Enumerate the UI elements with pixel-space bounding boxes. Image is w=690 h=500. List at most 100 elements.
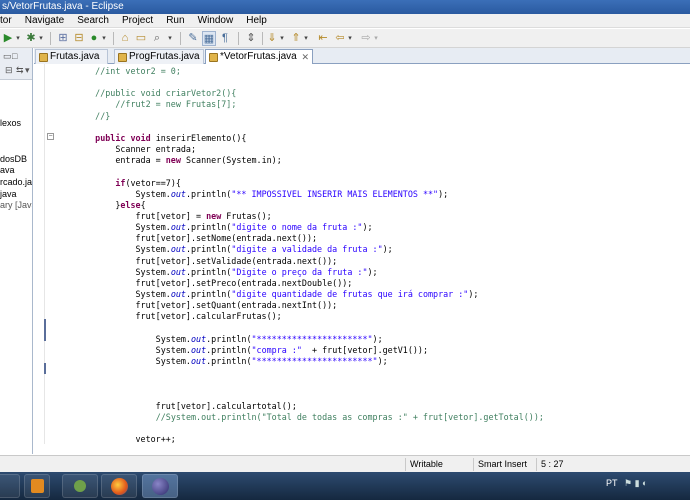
editor-tab-bar: Frutas.java ProgFrutas.java *VetorFrutas… — [34, 48, 690, 65]
search-dropdown-icon[interactable]: ▾ — [166, 31, 174, 46]
forward-dropdown-icon[interactable]: ▾ — [372, 31, 380, 46]
tree-item[interactable]: ava — [0, 165, 15, 176]
toggle-block-selection-icon[interactable]: ▦ — [202, 31, 216, 46]
status-bar: Writable Smart Insert 5 : 27 — [0, 455, 690, 472]
code-line[interactable]: System.out.println("compra :" + frut[vet… — [75, 345, 428, 356]
code-line[interactable]: //public void criarVetor2(){ — [75, 88, 236, 99]
collapse-all-icon[interactable]: ⊟ — [5, 65, 13, 76]
firefox-icon[interactable] — [101, 474, 137, 498]
open-folder-icon[interactable]: ▭ — [134, 31, 148, 46]
close-icon[interactable]: ✕ — [301, 50, 309, 64]
code-line[interactable]: System.out.println("Digite o preço da fr… — [75, 267, 378, 278]
code-line[interactable]: System.out.println("digite a validade da… — [75, 244, 393, 255]
view-menu-icon[interactable]: ▾ — [25, 65, 30, 76]
code-line[interactable]: //frut2 = new Frutas[7]; — [75, 99, 236, 110]
menu-navigate[interactable]: Navigate — [20, 14, 69, 27]
tab-label: Frutas.java — [50, 51, 100, 62]
search-icon[interactable]: ⌕ — [150, 31, 164, 46]
code-line[interactable]: System.out.println("digite quantidade de… — [75, 289, 479, 300]
back-icon[interactable]: ⇦ — [334, 31, 346, 46]
media-icon-shape — [31, 479, 44, 493]
run-dropdown-icon[interactable]: ▾ — [14, 31, 22, 46]
code-line[interactable]: System.out.println("********************… — [75, 334, 383, 345]
previous-annotation-dropdown-icon[interactable]: ▾ — [302, 31, 310, 46]
window-title: s/VetorFrutas.java - Eclipse — [0, 0, 690, 14]
toolbar-separator — [50, 32, 51, 45]
code-line[interactable]: }else{ — [75, 200, 145, 211]
code-line[interactable]: public void inserirElemento(){ — [75, 133, 246, 144]
code-line[interactable]: if(vetor==7){ — [75, 178, 181, 189]
toolbar-separator — [238, 32, 239, 45]
menu-help[interactable]: Help — [241, 14, 272, 27]
java-file-icon — [209, 53, 218, 62]
fold-toggle-icon[interactable]: − — [47, 133, 54, 140]
code-line[interactable]: System.out.println("********************… — [75, 356, 388, 367]
tab-progfrutas[interactable]: ProgFrutas.java — [114, 49, 204, 64]
menu-search[interactable]: Search — [72, 14, 114, 27]
code-line[interactable]: frut[vetor].setPreco(entrada.nextDouble(… — [75, 278, 353, 289]
maximize-icon[interactable]: □ — [12, 51, 17, 61]
code-line[interactable]: entrada = new Scanner(System.in); — [75, 155, 281, 166]
last-edit-location-icon[interactable]: ⇤ — [316, 31, 330, 46]
new-class-dropdown-icon[interactable]: ▾ — [100, 31, 108, 46]
menu-window[interactable]: Window — [193, 14, 239, 27]
code-line[interactable]: frut[vetor] = new Frutas(); — [75, 211, 272, 222]
tree-item[interactable]: java — [0, 189, 17, 200]
change-marker — [44, 363, 46, 374]
run-icon[interactable]: ▶ — [2, 31, 14, 46]
code-line[interactable]: //int vetor2 = 0; — [75, 66, 181, 77]
show-whitespace-icon[interactable]: ¶ — [218, 31, 232, 46]
next-annotation-dropdown-icon[interactable]: ▾ — [278, 31, 286, 46]
new-class-icon[interactable]: ● — [88, 31, 100, 46]
code-line[interactable]: //} — [75, 111, 110, 122]
editor-gutter — [34, 64, 45, 444]
java-file-icon — [118, 53, 127, 62]
code-line[interactable]: frut[vetor].setNome(entrada.next()); — [75, 233, 318, 244]
menu-run[interactable]: Run — [161, 14, 189, 27]
link-editor-icon[interactable]: ⇆ — [16, 65, 24, 76]
back-dropdown-icon[interactable]: ▾ — [346, 31, 354, 46]
tab-vetorfrutas[interactable]: *VetorFrutas.java ✕ — [205, 49, 313, 65]
tree-item[interactable]: rcado.jav — [0, 177, 32, 188]
status-writable: Writable — [405, 458, 472, 471]
change-marker — [44, 319, 46, 330]
change-marker — [44, 330, 46, 341]
tree-item[interactable]: lexos — [0, 118, 21, 129]
menu-project[interactable]: Project — [117, 14, 158, 27]
previous-annotation-icon[interactable]: ⇑ — [290, 31, 302, 46]
menu-bar: tor Navigate Search Project Run Window H… — [0, 14, 690, 28]
open-type-icon[interactable]: ⌂ — [118, 31, 132, 46]
tree-item[interactable]: ary [JavaS — [0, 200, 32, 211]
code-line[interactable]: frut[vetor].calculartotal(); — [75, 401, 297, 412]
tree-item[interactable]: dosDB — [0, 154, 27, 165]
new-package-icon[interactable]: ⊟ — [72, 31, 86, 46]
next-annotation-icon[interactable]: ⇓ — [266, 31, 278, 46]
debug-icon[interactable]: ✱ — [25, 31, 37, 46]
new-java-project-icon[interactable]: ⊞ — [56, 31, 70, 46]
eclipse-icon[interactable] — [142, 474, 178, 498]
code-line[interactable]: frut[vetor].setQuant(entrada.nextInt()); — [75, 300, 338, 311]
code-editor[interactable]: //int vetor2 = 0; //public void criarVet… — [34, 64, 690, 444]
pin-editor-icon[interactable]: ⇕ — [244, 31, 258, 46]
code-line[interactable]: System.out.println("** IMPOSSIVEL INSERI… — [75, 189, 449, 200]
menu-editor[interactable]: tor — [0, 14, 17, 27]
language-indicator[interactable]: PT — [606, 478, 618, 488]
package-explorer-panel: ▭ □ ⊟ ⇆ ▾ lexos dosDB ava rcado.jav java… — [0, 48, 33, 454]
minimize-icon[interactable]: ▭ — [3, 51, 12, 62]
users-icon-shape — [74, 480, 86, 492]
tab-frutas[interactable]: Frutas.java — [35, 49, 108, 64]
code-line[interactable]: frut[vetor].calcularFrutas(); — [75, 311, 282, 322]
forward-icon[interactable]: ⇨ — [360, 31, 372, 46]
debug-dropdown-icon[interactable]: ▾ — [37, 31, 45, 46]
code-line[interactable]: //System.out.println("Total de todas as … — [75, 412, 544, 423]
java-file-icon — [39, 53, 48, 62]
code-line[interactable]: Scanner entrada; — [75, 144, 196, 155]
toggle-mark-occurrences-icon[interactable]: ✎ — [186, 31, 200, 46]
tab-label: ProgFrutas.java — [129, 51, 200, 62]
start-button-icon[interactable] — [0, 474, 20, 498]
code-line[interactable]: System.out.println("digite o nome da fru… — [75, 222, 373, 233]
code-line[interactable]: frut[vetor].setValidade(entrada.next()); — [75, 256, 338, 267]
media-player-icon[interactable] — [24, 474, 50, 498]
code-line[interactable]: vetor++; — [75, 434, 176, 444]
users-icon[interactable] — [62, 474, 98, 498]
